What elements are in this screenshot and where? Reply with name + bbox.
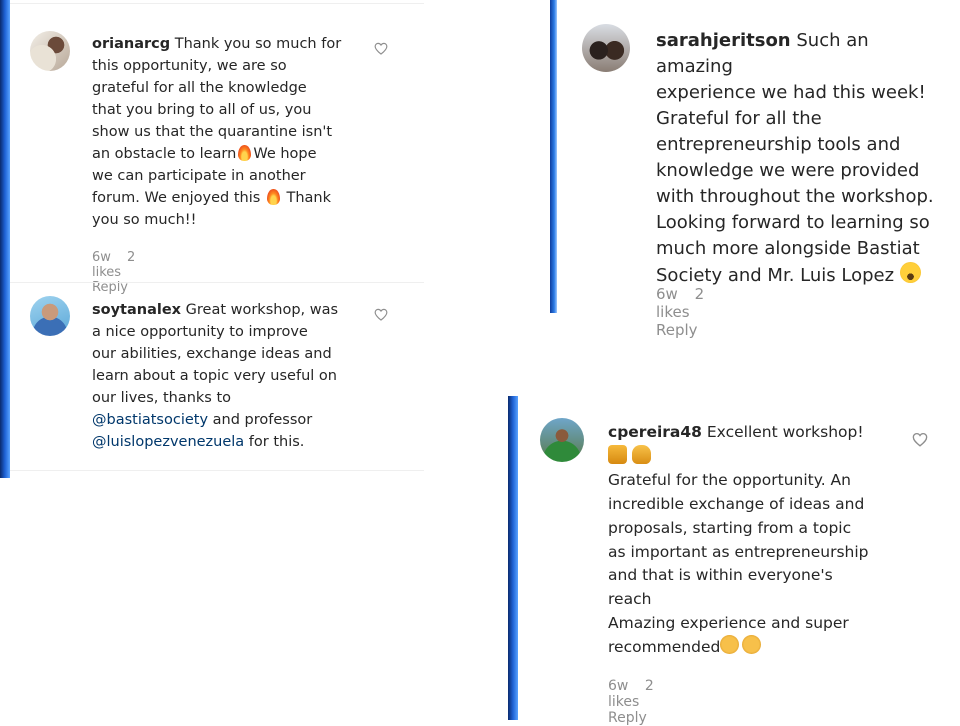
comment-username[interactable]: orianarcg	[92, 36, 170, 52]
heart-outline-icon[interactable]	[374, 42, 388, 55]
reply-button[interactable]: Reply	[656, 321, 698, 339]
comment-text: sarahjeritson Such an amazing experience…	[656, 28, 951, 289]
comment-line: with throughout the workshop.	[656, 186, 934, 207]
comment-line: forum. We enjoyed this	[92, 190, 261, 206]
comment-line: entrepreneurship tools and	[656, 134, 901, 155]
background-edge-bottom	[508, 396, 518, 720]
comment-meta: 6w 2 likes Reply	[656, 285, 710, 339]
comment-line: and professor	[212, 412, 313, 428]
comment-line: Thank	[286, 190, 332, 206]
comment-line: this opportunity, we are so	[92, 58, 287, 74]
clapping-hands-emoji-icon	[720, 635, 740, 655]
comment-line: Grateful for the opportunity. An	[608, 471, 851, 490]
mention-link[interactable]: @bastiatsociety	[92, 412, 208, 428]
comment-username[interactable]: cpereira48	[608, 423, 702, 441]
background-edge-left	[0, 0, 10, 478]
comment-line: proposals, starting from a topic	[608, 518, 852, 537]
comment-age[interactable]: 6w	[92, 250, 111, 265]
comment-line: we can participate in another	[92, 168, 306, 184]
comment-line: incredible exchange of ideas and	[608, 495, 865, 514]
comment-username[interactable]: soytanalex	[92, 302, 181, 318]
comment-text: orianarcg Thank you so much for this opp…	[92, 33, 392, 231]
fire-emoji-icon	[266, 189, 280, 205]
comment-line: knowledge we were provided	[656, 160, 920, 181]
comment-line: We hope	[253, 146, 317, 162]
raising-hands-emoji-icon	[608, 444, 627, 464]
comment-meta: 6w 2 likes Reply	[608, 678, 659, 726]
comment-line: Looking forward to learning so	[656, 212, 930, 233]
comment-line: our lives, thanks to	[92, 390, 232, 406]
comment-username[interactable]: sarahjeritson	[656, 30, 791, 51]
comment-line: Society and Mr. Luis Lopez	[656, 265, 895, 286]
comment-line: Grateful for all the	[656, 108, 822, 129]
avatar[interactable]	[30, 296, 70, 336]
comments-panel-bottom-right: cpereira48 Excellent workshop! Grateful …	[518, 396, 960, 726]
comments-panel-top-right: sarahjeritson Such an amazing experience…	[557, 0, 960, 339]
comment-line: that you bring to all of us, you	[92, 102, 312, 118]
comment-age[interactable]: 6w	[608, 678, 628, 694]
comment-line: reach	[608, 589, 652, 608]
comment-line: recommended	[608, 638, 721, 657]
comment-line: you so much!!	[92, 212, 197, 228]
smiling-face-emoji-icon	[899, 262, 921, 283]
reply-button[interactable]: Reply	[608, 710, 647, 726]
comments-panel-left: orianarcg Thank you so much for this opp…	[10, 0, 424, 478]
comment-line: Great workshop, was	[185, 302, 339, 318]
comment-line: and that is within everyone's	[608, 566, 833, 585]
comment-line: much more alongside Bastiat	[656, 238, 920, 259]
heart-outline-icon[interactable]	[374, 308, 388, 321]
comment-line: learn about a topic very useful on	[92, 368, 337, 384]
comment-line: experience we had this week!	[656, 82, 926, 103]
comment-line: for this.	[248, 434, 305, 450]
flexed-bicep-emoji-icon	[631, 444, 651, 464]
comment-line: as important as entrepreneurship	[608, 542, 869, 561]
divider	[10, 282, 424, 283]
avatar[interactable]	[582, 24, 630, 72]
comment-text: soytanalex Great workshop, was a nice op…	[92, 299, 392, 453]
comment-line: Amazing experience and super	[608, 613, 849, 632]
comment-text: cpereira48 Excellent workshop! Grateful …	[608, 421, 908, 660]
clapping-hands-emoji-icon	[742, 635, 762, 655]
background-edge-middle	[550, 0, 557, 313]
comment-line: grateful for all the knowledge	[92, 80, 307, 96]
comment-line: a nice opportunity to improve	[92, 324, 308, 340]
comment-line: show us that the quarantine isn't	[92, 124, 333, 140]
divider	[10, 3, 424, 4]
comment-age[interactable]: 6w	[656, 285, 678, 303]
comment-line: Excellent workshop!	[706, 423, 864, 441]
comment-line: an obstacle to learn	[92, 146, 237, 162]
divider	[10, 470, 424, 471]
mention-link[interactable]: @luislopezvenezuela	[92, 434, 244, 450]
comment-line: Thank you so much for	[174, 36, 342, 52]
comment-line: our abilities, exchange ideas and	[92, 346, 332, 362]
avatar[interactable]	[540, 418, 584, 462]
avatar[interactable]	[30, 31, 70, 71]
fire-emoji-icon	[238, 145, 252, 161]
heart-outline-icon[interactable]	[912, 432, 928, 447]
comment-meta: 6w 2 likes Reply	[92, 250, 140, 295]
